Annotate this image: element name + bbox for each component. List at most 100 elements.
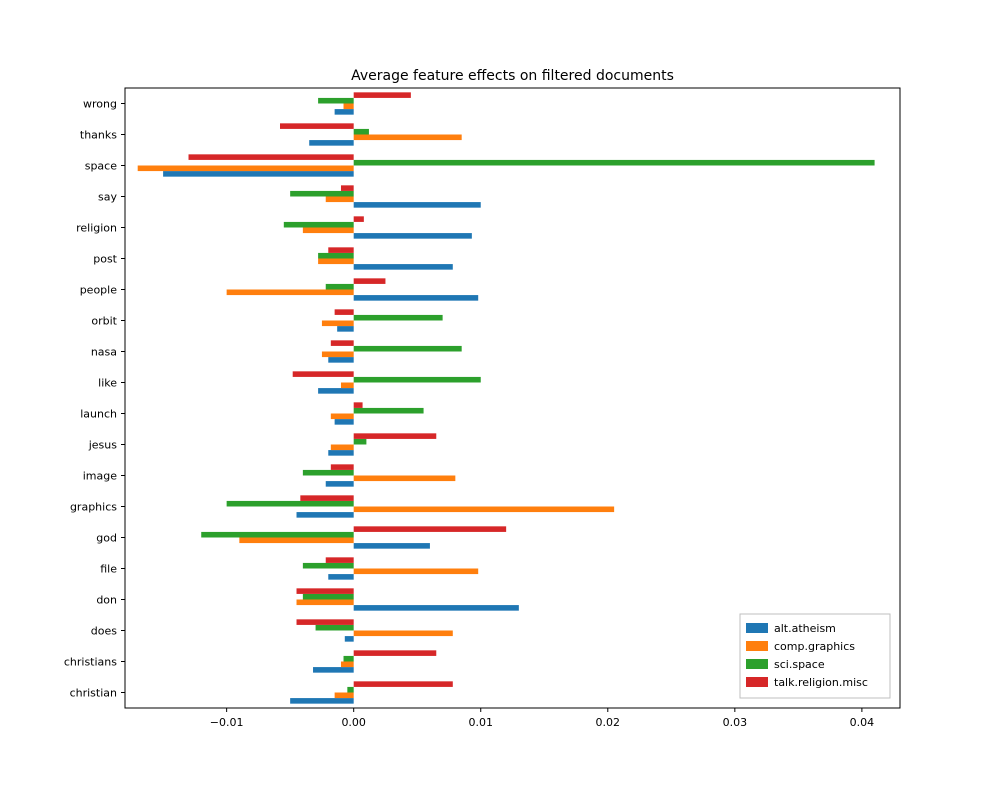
bar-say-comp.graphics bbox=[326, 197, 354, 203]
legend-swatch bbox=[746, 623, 768, 633]
ytick-label: wrong bbox=[83, 98, 117, 111]
bar-people-talk.religion.misc bbox=[354, 278, 386, 284]
legend-label: sci.space bbox=[774, 658, 825, 671]
ytick-label: christian bbox=[70, 687, 117, 700]
bar-people-alt.atheism bbox=[354, 295, 479, 301]
bar-christian-sci.space bbox=[347, 687, 353, 693]
bar-god-talk.religion.misc bbox=[354, 526, 506, 532]
bar-jesus-alt.atheism bbox=[328, 450, 353, 456]
bar-nasa-comp.graphics bbox=[322, 352, 354, 358]
bar-religion-talk.religion.misc bbox=[354, 216, 364, 222]
bar-nasa-alt.atheism bbox=[328, 357, 353, 363]
bar-christians-alt.atheism bbox=[313, 667, 354, 673]
bar-thanks-alt.atheism bbox=[309, 140, 353, 146]
xtick-label: 0.03 bbox=[723, 716, 748, 729]
bar-don-alt.atheism bbox=[354, 605, 519, 611]
bar-file-alt.atheism bbox=[328, 574, 353, 580]
bar-people-sci.space bbox=[326, 284, 354, 290]
bar-religion-alt.atheism bbox=[354, 233, 472, 239]
ytick-label: people bbox=[80, 284, 118, 297]
bar-religion-sci.space bbox=[284, 222, 354, 228]
bar-like-alt.atheism bbox=[318, 388, 354, 394]
bar-like-comp.graphics bbox=[341, 383, 354, 389]
bar-image-alt.atheism bbox=[326, 481, 354, 487]
bar-launch-alt.atheism bbox=[335, 419, 354, 425]
bar-wrong-alt.atheism bbox=[335, 109, 354, 115]
legend: alt.atheism comp.graphics sci.space talk.re… bbox=[740, 614, 890, 698]
bar-don-comp.graphics bbox=[297, 600, 354, 606]
bar-image-comp.graphics bbox=[354, 476, 456, 482]
bar-does-alt.atheism bbox=[345, 636, 354, 642]
bar-does-talk.religion.misc bbox=[297, 619, 354, 625]
bar-graphics-comp.graphics bbox=[354, 507, 614, 513]
legend-label: talk.religion.misc bbox=[774, 676, 868, 689]
ytick-label: post bbox=[93, 253, 117, 266]
legend-swatch bbox=[746, 641, 768, 651]
bars-layer bbox=[138, 92, 875, 703]
ytick-label: file bbox=[100, 563, 117, 576]
bar-christians-sci.space bbox=[344, 656, 354, 662]
legend-swatch bbox=[746, 677, 768, 687]
bar-say-sci.space bbox=[290, 191, 354, 197]
xtick-label: 0.01 bbox=[468, 716, 493, 729]
ytick-label: graphics bbox=[70, 501, 117, 514]
bar-space-talk.religion.misc bbox=[189, 154, 354, 160]
bar-people-comp.graphics bbox=[227, 290, 354, 296]
legend-label: comp.graphics bbox=[774, 640, 855, 653]
bar-wrong-sci.space bbox=[318, 98, 354, 104]
bar-christian-alt.atheism bbox=[290, 698, 354, 704]
bar-god-comp.graphics bbox=[239, 538, 353, 544]
xtick-label: 0.02 bbox=[596, 716, 621, 729]
ytick-layer: christianchristiansdoesdonfilegodgraphic… bbox=[64, 98, 125, 700]
bar-thanks-sci.space bbox=[354, 129, 369, 135]
xtick-label: 0.00 bbox=[341, 716, 366, 729]
bar-jesus-comp.graphics bbox=[331, 445, 354, 451]
bar-god-alt.atheism bbox=[354, 543, 430, 549]
bar-orbit-comp.graphics bbox=[322, 321, 354, 327]
ytick-label: say bbox=[98, 191, 117, 204]
bar-god-sci.space bbox=[201, 532, 353, 538]
ytick-label: space bbox=[85, 160, 118, 173]
legend-label: alt.atheism bbox=[774, 622, 836, 635]
bar-wrong-comp.graphics bbox=[344, 104, 354, 110]
bar-jesus-talk.religion.misc bbox=[354, 433, 437, 439]
bar-thanks-talk.religion.misc bbox=[280, 123, 354, 129]
ytick-label: god bbox=[96, 532, 117, 545]
bar-post-alt.atheism bbox=[354, 264, 453, 270]
bar-space-comp.graphics bbox=[138, 166, 354, 172]
bar-nasa-talk.religion.misc bbox=[331, 340, 354, 346]
bar-say-alt.atheism bbox=[354, 202, 481, 208]
bar-post-talk.religion.misc bbox=[328, 247, 353, 253]
bar-image-talk.religion.misc bbox=[331, 464, 354, 470]
legend-swatch bbox=[746, 659, 768, 669]
bar-post-sci.space bbox=[318, 253, 354, 259]
ytick-label: does bbox=[91, 625, 117, 638]
bar-post-comp.graphics bbox=[318, 259, 354, 265]
bar-wrong-talk.religion.misc bbox=[354, 92, 411, 98]
bar-christians-comp.graphics bbox=[341, 662, 354, 668]
ytick-label: thanks bbox=[80, 129, 117, 142]
bar-file-comp.graphics bbox=[354, 569, 479, 575]
xtick-layer: −0.01 0.00 0.01 0.02 0.03 0.04 bbox=[210, 708, 874, 729]
bar-jesus-sci.space bbox=[354, 439, 367, 445]
bar-thanks-comp.graphics bbox=[354, 135, 462, 141]
ytick-label: religion bbox=[76, 222, 117, 235]
chart-title: Average feature effects on filtered docu… bbox=[351, 68, 674, 84]
bar-launch-comp.graphics bbox=[331, 414, 354, 420]
bar-launch-talk.religion.misc bbox=[354, 402, 363, 408]
xtick-label: −0.01 bbox=[210, 716, 244, 729]
ytick-label: image bbox=[83, 470, 117, 483]
ytick-label: jesus bbox=[88, 439, 118, 452]
bar-orbit-alt.atheism bbox=[337, 326, 354, 332]
bar-does-sci.space bbox=[316, 625, 354, 631]
bar-like-talk.religion.misc bbox=[293, 371, 354, 377]
bar-religion-comp.graphics bbox=[303, 228, 354, 234]
bar-christians-talk.religion.misc bbox=[354, 650, 437, 656]
bar-christian-comp.graphics bbox=[335, 693, 354, 699]
bar-orbit-sci.space bbox=[354, 315, 443, 321]
bar-space-sci.space bbox=[354, 160, 875, 166]
bar-launch-sci.space bbox=[354, 408, 424, 414]
bar-space-alt.atheism bbox=[163, 171, 354, 177]
ytick-label: nasa bbox=[91, 346, 117, 359]
xtick-label: 0.04 bbox=[850, 716, 875, 729]
